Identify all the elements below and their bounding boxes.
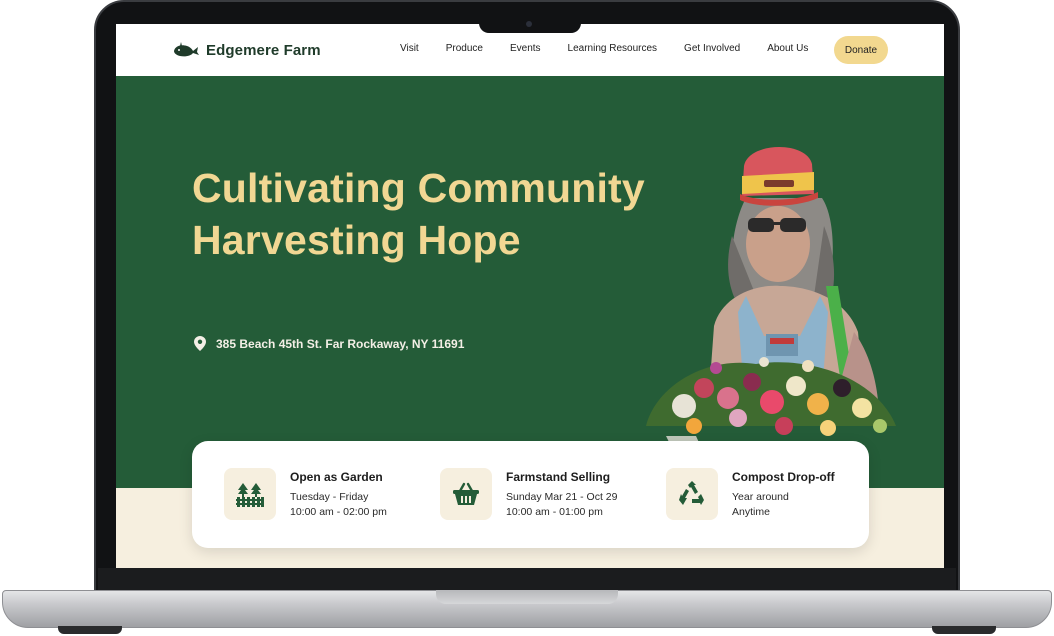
info-card: Open as Garden Tuesday - Friday 10:00 am… xyxy=(192,441,869,548)
info-hours-farmstand: 10:00 am - 01:00 pm xyxy=(506,506,603,518)
info-item-compost: Compost Drop-off Year around Anytime xyxy=(666,468,835,520)
info-days-farmstand: Sunday Mar 21 - Oct 29 xyxy=(506,491,618,503)
nav-item-visit[interactable]: Visit xyxy=(400,43,419,54)
nav-item-about-us[interactable]: About Us xyxy=(767,43,808,54)
donate-button[interactable]: Donate xyxy=(834,36,888,64)
camera-notch xyxy=(479,18,581,33)
address-row: 385 Beach 45th St. Far Rockaway, NY 1169… xyxy=(194,336,464,351)
info-item-farmstand: Farmstand Selling Sunday Mar 21 - Oct 29… xyxy=(440,468,617,520)
recycle-icon xyxy=(666,468,718,520)
laptop-hinge xyxy=(98,568,956,592)
main-nav: Visit Produce Events Learning Resources … xyxy=(400,43,835,54)
info-days-compost: Year around xyxy=(732,491,789,503)
info-hours-garden: 10:00 am - 02:00 pm xyxy=(290,506,387,518)
info-hours-compost: Anytime xyxy=(732,506,770,518)
nav-item-learning-resources[interactable]: Learning Resources xyxy=(568,43,658,54)
info-title-compost: Compost Drop-off xyxy=(732,470,835,484)
info-title-garden: Open as Garden xyxy=(290,470,383,484)
laptop-foot-left xyxy=(58,626,122,634)
brand-logo-link[interactable]: Edgemere Farm xyxy=(172,40,321,60)
basket-icon xyxy=(440,468,492,520)
info-item-garden: Open as Garden Tuesday - Friday 10:00 am… xyxy=(224,468,387,520)
laptop-foot-right xyxy=(932,626,996,634)
info-days-garden: Tuesday - Friday xyxy=(290,491,369,503)
laptop-opening-notch xyxy=(436,590,618,604)
garden-fence-icon xyxy=(224,468,276,520)
address-text: 385 Beach 45th St. Far Rockaway, NY 1169… xyxy=(216,336,465,351)
whale-logo-icon xyxy=(174,42,199,57)
brand-name: Edgemere Farm xyxy=(206,41,321,59)
hero-headline: Cultivating Community Harvesting Hope xyxy=(192,162,645,266)
farmer-with-flowers-image xyxy=(646,146,906,460)
headline-line-1: Cultivating Community xyxy=(192,165,645,211)
info-title-farmstand: Farmstand Selling xyxy=(506,470,611,484)
headline-line-2: Harvesting Hope xyxy=(192,217,521,263)
nav-item-produce[interactable]: Produce xyxy=(446,43,483,54)
nav-item-events[interactable]: Events xyxy=(510,43,541,54)
nav-item-get-involved[interactable]: Get Involved xyxy=(684,43,740,54)
map-pin-icon xyxy=(194,336,206,351)
browser-screen: Edgemere Farm Visit Produce Events Learn… xyxy=(116,24,944,568)
camera-icon xyxy=(526,21,532,27)
